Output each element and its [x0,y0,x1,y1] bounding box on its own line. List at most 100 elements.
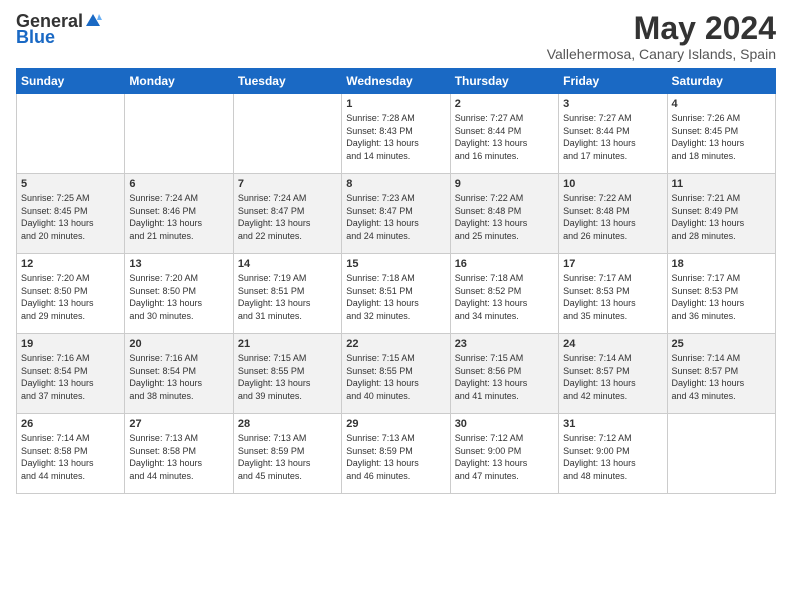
calendar-cell [17,94,125,174]
calendar-week-3: 19 Sunrise: 7:16 AM Sunset: 8:54 PM Dayli… [17,334,776,414]
day-number: 18 [672,258,771,270]
day-info: Sunrise: 7:23 AM Sunset: 8:47 PM Dayligh… [346,192,445,242]
calendar-cell: 28 Sunrise: 7:13 AM Sunset: 8:59 PM Dayli… [233,414,341,494]
day-number: 15 [346,258,445,270]
calendar-cell [125,94,233,174]
calendar-week-2: 12 Sunrise: 7:20 AM Sunset: 8:50 PM Dayli… [17,254,776,334]
day-info: Sunrise: 7:19 AM Sunset: 8:51 PM Dayligh… [238,272,337,322]
day-info: Sunrise: 7:12 AM Sunset: 9:00 PM Dayligh… [455,432,554,482]
day-info: Sunrise: 7:13 AM Sunset: 8:58 PM Dayligh… [129,432,228,482]
calendar-cell: 20 Sunrise: 7:16 AM Sunset: 8:54 PM Dayli… [125,334,233,414]
day-info: Sunrise: 7:13 AM Sunset: 8:59 PM Dayligh… [238,432,337,482]
calendar-cell: 5Sunrise: 7:25 AM Sunset: 8:45 PM Daylig… [17,174,125,254]
calendar-cell: 8 Sunrise: 7:23 AM Sunset: 8:47 PM Daylig… [342,174,450,254]
day-number: 27 [129,418,228,430]
day-number: 21 [238,338,337,350]
calendar-cell: 2Sunrise: 7:27 AM Sunset: 8:44 PM Daylig… [450,94,558,174]
day-info: Sunrise: 7:15 AM Sunset: 8:55 PM Dayligh… [346,352,445,402]
day-info: Sunrise: 7:22 AM Sunset: 8:48 PM Dayligh… [563,192,662,242]
calendar-cell: 14 Sunrise: 7:19 AM Sunset: 8:51 PM Dayli… [233,254,341,334]
day-number: 12 [21,258,120,270]
day-info: Sunrise: 7:16 AM Sunset: 8:54 PM Dayligh… [21,352,120,402]
page: General Blue May 2024 Vallehermosa, Cana… [0,0,792,612]
day-info: Sunrise: 7:14 AM Sunset: 8:58 PM Dayligh… [21,432,120,482]
calendar-cell: 22 Sunrise: 7:15 AM Sunset: 8:55 PM Dayli… [342,334,450,414]
header: General Blue May 2024 Vallehermosa, Cana… [16,12,776,62]
day-number: 19 [21,338,120,350]
day-number: 11 [672,178,771,190]
calendar-cell: 21 Sunrise: 7:15 AM Sunset: 8:55 PM Dayli… [233,334,341,414]
calendar-cell: 27 Sunrise: 7:13 AM Sunset: 8:58 PM Dayli… [125,414,233,494]
calendar-cell: 31Sunrise: 7:12 AM Sunset: 9:00 PM Dayli… [559,414,667,494]
day-number: 6 [129,178,228,190]
logo: General Blue [16,12,102,46]
day-number: 7 [238,178,337,190]
day-number: 16 [455,258,554,270]
day-number: 1 [346,98,445,110]
calendar-week-1: 5Sunrise: 7:25 AM Sunset: 8:45 PM Daylig… [17,174,776,254]
calendar-cell: 1 Sunrise: 7:28 AM Sunset: 8:43 PM Daylig… [342,94,450,174]
calendar-cell: 13 Sunrise: 7:20 AM Sunset: 8:50 PM Dayli… [125,254,233,334]
calendar-week-4: 26Sunrise: 7:14 AM Sunset: 8:58 PM Dayli… [17,414,776,494]
calendar-cell: 3Sunrise: 7:27 AM Sunset: 8:44 PM Daylig… [559,94,667,174]
month-title: May 2024 [547,12,776,44]
day-number: 9 [455,178,554,190]
day-number: 30 [455,418,554,430]
calendar-table: Sunday Monday Tuesday Wednesday Thursday… [16,68,776,494]
calendar-cell: 26Sunrise: 7:14 AM Sunset: 8:58 PM Dayli… [17,414,125,494]
calendar-cell: 15 Sunrise: 7:18 AM Sunset: 8:51 PM Dayli… [342,254,450,334]
day-number: 10 [563,178,662,190]
calendar-cell: 9Sunrise: 7:22 AM Sunset: 8:48 PM Daylig… [450,174,558,254]
calendar-cell [233,94,341,174]
day-info: Sunrise: 7:17 AM Sunset: 8:53 PM Dayligh… [563,272,662,322]
title-block: May 2024 Vallehermosa, Canary Islands, S… [547,12,776,62]
day-number: 13 [129,258,228,270]
day-number: 31 [563,418,662,430]
day-info: Sunrise: 7:20 AM Sunset: 8:50 PM Dayligh… [129,272,228,322]
header-sunday: Sunday [17,69,125,94]
calendar-cell: 11Sunrise: 7:21 AM Sunset: 8:49 PM Dayli… [667,174,775,254]
calendar-cell: 16Sunrise: 7:18 AM Sunset: 8:52 PM Dayli… [450,254,558,334]
day-number: 17 [563,258,662,270]
day-number: 14 [238,258,337,270]
header-wednesday: Wednesday [342,69,450,94]
weekday-header-row: Sunday Monday Tuesday Wednesday Thursday… [17,69,776,94]
calendar-cell: 4Sunrise: 7:26 AM Sunset: 8:45 PM Daylig… [667,94,775,174]
day-number: 28 [238,418,337,430]
header-monday: Monday [125,69,233,94]
calendar-cell: 29Sunrise: 7:13 AM Sunset: 8:59 PM Dayli… [342,414,450,494]
calendar-cell: 10 Sunrise: 7:22 AM Sunset: 8:48 PM Dayli… [559,174,667,254]
logo-blue: Blue [16,28,102,46]
day-info: Sunrise: 7:26 AM Sunset: 8:45 PM Dayligh… [672,112,771,162]
day-number: 23 [455,338,554,350]
day-number: 25 [672,338,771,350]
day-info: Sunrise: 7:24 AM Sunset: 8:47 PM Dayligh… [238,192,337,242]
day-info: Sunrise: 7:17 AM Sunset: 8:53 PM Dayligh… [672,272,771,322]
day-info: Sunrise: 7:15 AM Sunset: 8:55 PM Dayligh… [238,352,337,402]
calendar-week-0: 1 Sunrise: 7:28 AM Sunset: 8:43 PM Daylig… [17,94,776,174]
day-number: 22 [346,338,445,350]
day-info: Sunrise: 7:14 AM Sunset: 8:57 PM Dayligh… [563,352,662,402]
calendar-cell: 7 Sunrise: 7:24 AM Sunset: 8:47 PM Daylig… [233,174,341,254]
calendar-cell: 17 Sunrise: 7:17 AM Sunset: 8:53 PM Dayli… [559,254,667,334]
day-info: Sunrise: 7:28 AM Sunset: 8:43 PM Dayligh… [346,112,445,162]
day-number: 20 [129,338,228,350]
day-info: Sunrise: 7:15 AM Sunset: 8:56 PM Dayligh… [455,352,554,402]
header-friday: Friday [559,69,667,94]
day-info: Sunrise: 7:13 AM Sunset: 8:59 PM Dayligh… [346,432,445,482]
header-saturday: Saturday [667,69,775,94]
calendar-cell: 12 Sunrise: 7:20 AM Sunset: 8:50 PM Dayli… [17,254,125,334]
calendar-cell: 18 Sunrise: 7:17 AM Sunset: 8:53 PM Dayli… [667,254,775,334]
location: Vallehermosa, Canary Islands, Spain [547,46,776,62]
calendar-cell: 30 Sunrise: 7:12 AM Sunset: 9:00 PM Dayli… [450,414,558,494]
day-info: Sunrise: 7:20 AM Sunset: 8:50 PM Dayligh… [21,272,120,322]
calendar-cell [667,414,775,494]
day-number: 8 [346,178,445,190]
day-info: Sunrise: 7:27 AM Sunset: 8:44 PM Dayligh… [455,112,554,162]
calendar-cell: 25Sunrise: 7:14 AM Sunset: 8:57 PM Dayli… [667,334,775,414]
calendar-cell: 19 Sunrise: 7:16 AM Sunset: 8:54 PM Dayli… [17,334,125,414]
day-info: Sunrise: 7:18 AM Sunset: 8:51 PM Dayligh… [346,272,445,322]
day-number: 5 [21,178,120,190]
day-number: 3 [563,98,662,110]
day-info: Sunrise: 7:16 AM Sunset: 8:54 PM Dayligh… [129,352,228,402]
